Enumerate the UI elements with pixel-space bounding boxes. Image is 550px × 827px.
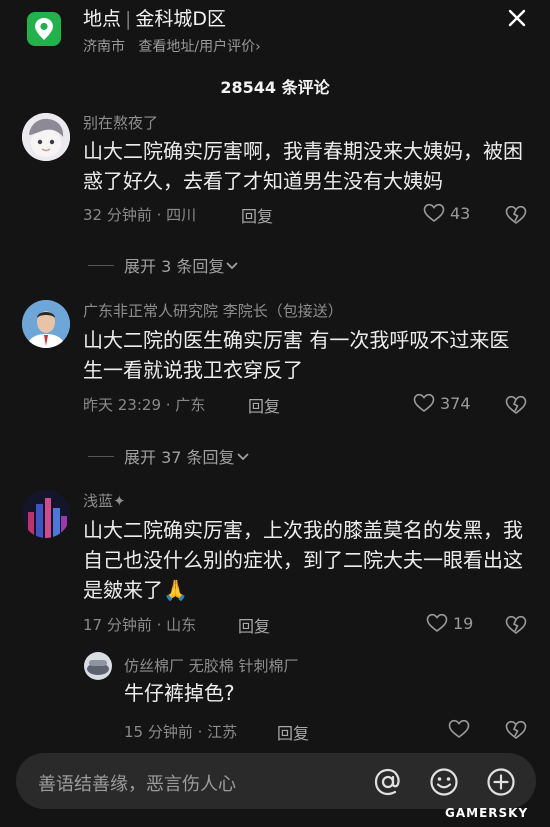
watermark: GAMERSKY <box>445 806 529 820</box>
comment-text: 山大二院确实厉害啊，我青春期没来大姨妈，被困惑了好久，去看了才知道男生没有大姨妈 <box>83 139 523 193</box>
location-label: 地点 <box>83 8 122 30</box>
heart-icon <box>426 613 448 633</box>
comment-meta: 17 分钟前 · 山东 <box>83 616 197 634</box>
expand-replies-label: 展开 37 条回复 <box>124 448 235 467</box>
plus-circle-icon[interactable] <box>486 767 516 797</box>
like-count: 43 <box>450 203 471 223</box>
broken-heart-icon[interactable] <box>505 615 527 639</box>
location-pin-icon <box>27 12 61 46</box>
reply-button[interactable]: 回复 <box>248 393 280 417</box>
comment-meta: 昨天 23:29 · 广东 <box>83 396 206 414</box>
like-count: 374 <box>440 393 471 413</box>
comment-text: 山大二院的医生确实厉害 有一次我呼吸不过来医生一看就说我卫衣穿反了 <box>83 328 510 382</box>
avatar[interactable] <box>22 490 70 538</box>
divider-line <box>88 455 114 457</box>
reply-username[interactable]: 仿丝棉厂 无胶棉 针刺棉厂 <box>124 655 299 676</box>
comment-username[interactable]: 别在熬夜了 <box>83 112 158 133</box>
comment-username[interactable]: 浅蓝✦ <box>83 490 126 511</box>
heart-icon <box>423 203 445 223</box>
chevron-down-icon <box>226 262 238 270</box>
divider-line <box>88 264 114 266</box>
reply-meta: 15 分钟前 · 江苏 <box>124 723 238 741</box>
expand-replies-button[interactable]: 展开 37 条回复 <box>88 444 251 468</box>
like-count: 19 <box>453 613 474 633</box>
location-name: 金科城D区 <box>135 8 227 30</box>
comment-username[interactable]: 广东非正常人研究院 李院长（包接送） <box>83 300 343 321</box>
avatar[interactable] <box>22 300 70 348</box>
location-header: 地点 | 金科城D区 济南市 查看地址/用户评价› <box>0 0 550 70</box>
view-address-link[interactable]: 查看地址/用户评价 <box>138 39 255 55</box>
reply-text: 牛仔裤掉色? <box>124 681 235 705</box>
title-divider: | <box>125 8 132 30</box>
like-button[interactable] <box>448 719 470 739</box>
reply-button[interactable]: 回复 <box>238 613 270 637</box>
like-button[interactable]: 374 <box>413 393 471 413</box>
comment-count: 28544 条评论 <box>220 78 330 97</box>
chevron-down-icon <box>236 453 249 461</box>
location-title[interactable]: 地点 | 金科城D区 <box>83 4 226 31</box>
close-icon[interactable] <box>505 6 529 30</box>
like-button[interactable]: 43 <box>423 203 470 223</box>
chevron-right-icon: › <box>255 39 261 55</box>
reply-button[interactable]: 回复 <box>241 203 273 227</box>
like-button[interactable]: 19 <box>426 613 473 633</box>
location-subtitle[interactable]: 济南市 查看地址/用户评价› <box>83 36 261 56</box>
heart-icon <box>413 393 435 413</box>
expand-replies-button[interactable]: 展开 3 条回复 <box>88 253 240 277</box>
city-label: 济南市 <box>83 39 125 55</box>
broken-heart-icon[interactable] <box>505 205 527 229</box>
expand-replies-label: 展开 3 条回复 <box>124 257 225 276</box>
broken-heart-icon[interactable] <box>505 395 527 419</box>
heart-icon <box>448 719 470 739</box>
comment-meta: 32 分钟前 · 四川 <box>83 206 197 224</box>
emoji-icon[interactable] <box>429 767 459 797</box>
avatar[interactable] <box>22 113 70 161</box>
avatar[interactable] <box>84 652 112 680</box>
at-icon[interactable] <box>373 767 403 797</box>
comment-input-placeholder: 善语结善缘，恶言伤人心 <box>38 774 236 795</box>
comment-text: 山大二院确实厉害，上次我的膝盖莫名的发黑，我自己也没什么别的症状，到了二院大夫一… <box>83 518 523 602</box>
